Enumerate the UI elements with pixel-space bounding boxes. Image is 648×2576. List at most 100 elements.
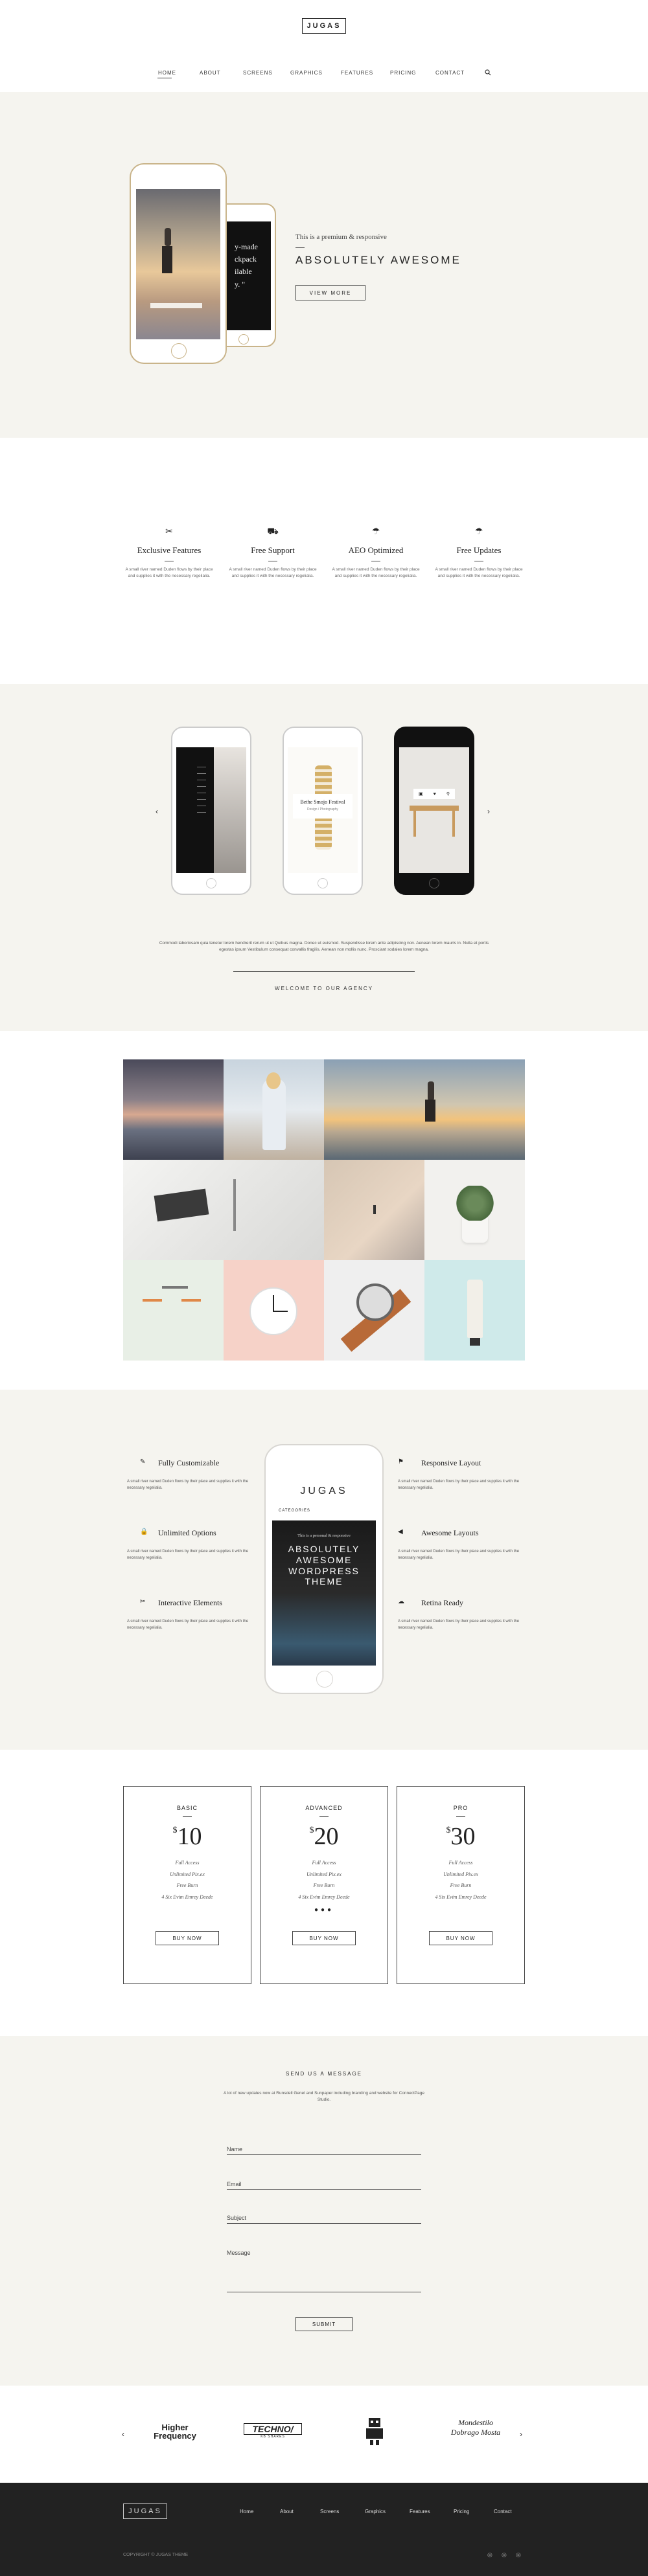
theme-phone-screen: JUGAS CATEGORIES This is a personal & re… — [272, 1474, 376, 1666]
gallery-photo-tube[interactable] — [424, 1260, 525, 1361]
photo-gallery — [0, 1031, 648, 1390]
prev-arrow-icon[interactable]: ‹ — [156, 807, 158, 816]
plan-divider — [183, 1816, 192, 1817]
feature-text: A small river named Duden flows by their… — [125, 567, 213, 578]
theme-features-section: ✎ Fully Customizable A small river named… — [0, 1390, 648, 1750]
footer-nav-graphics[interactable]: Graphics — [365, 2509, 386, 2514]
pricing-card-basic: BASIC $10 Full Access Unlimited Pix.ex Fre… — [123, 1786, 251, 1984]
gallery-photo-desk[interactable] — [123, 1160, 324, 1260]
footer-nav-about[interactable]: About — [280, 2509, 294, 2514]
nav-pricing[interactable]: PRICING — [390, 70, 416, 76]
hero-phone-photo — [136, 189, 220, 339]
plan-price: $10 — [172, 1823, 202, 1850]
feature-title: Free Support — [251, 545, 295, 555]
plan-name: BASIC — [176, 1805, 198, 1811]
prev-arrow-icon[interactable]: ‹ — [122, 2430, 124, 2439]
feature-text: A small river named Duden flows by their… — [332, 567, 420, 578]
gallery-photo-watch[interactable] — [324, 1260, 424, 1361]
home-button — [206, 878, 216, 888]
hero-title: ABSOLUTELY AWESOME — [295, 254, 461, 266]
subject-field[interactable]: Subject — [227, 2215, 421, 2224]
nav-contact[interactable]: CONTACT — [435, 70, 465, 76]
plan-features: Full Access Unlimited Pix.ex Free Burn 4 Si… — [298, 1860, 350, 1900]
hero-subtitle: This is a premium & responsive — [295, 233, 387, 241]
theme-phone: JUGAS CATEGORIES This is a personal & re… — [264, 1444, 384, 1694]
logo-techno[interactable]: TECHNO/ KB SHARES — [244, 2423, 302, 2439]
person-figure — [165, 228, 171, 246]
buy-now-button[interactable]: BUY NOW — [429, 1931, 492, 1946]
search-icon[interactable] — [485, 67, 491, 79]
buy-now-button[interactable]: BUY NOW — [156, 1931, 219, 1946]
theme-phone-hero: This is a personal & responsive ABSOLUTE… — [272, 1520, 376, 1666]
plan-divider — [456, 1816, 465, 1817]
theme-phone-menu: CATEGORIES — [279, 1509, 310, 1513]
footer-nav-contact[interactable]: Contact — [494, 2509, 512, 2514]
gallery-photo-clock[interactable] — [224, 1260, 324, 1361]
heart-icon[interactable]: ♥ — [434, 792, 436, 797]
nav-features[interactable]: FEATURES — [341, 70, 373, 76]
pricing-card-advanced: ADVANCED $20 Full Access Unlimited Pix.ex… — [260, 1786, 388, 1984]
person-legs — [162, 246, 172, 273]
twitter-icon[interactable]: ◎ — [487, 2551, 492, 2559]
gallery-photo-chairs[interactable] — [123, 1260, 224, 1361]
footer-logo[interactable]: JUGAS — [123, 2503, 167, 2519]
plan-dots: ●●● — [314, 1906, 334, 1914]
nav-screens[interactable]: SCREENS — [243, 70, 273, 76]
footer-nav-pricing[interactable]: Pricing — [454, 2509, 469, 2514]
cloud-icon: ☁ — [398, 1598, 404, 1605]
showcase-phone-2: Bethe Smojo Festival Design / Photograph… — [283, 727, 363, 895]
scissors-icon: ✂ — [165, 526, 173, 536]
search-icon[interactable]: ⚲ — [446, 791, 450, 797]
bench — [150, 303, 202, 308]
site-logo[interactable]: JUGAS — [302, 18, 346, 34]
pen-icon: ✎ — [140, 1458, 146, 1465]
facebook-icon[interactable]: ◎ — [502, 2551, 507, 2559]
gallery-photo-sky[interactable] — [123, 1059, 224, 1160]
nav-home[interactable]: HOME — [158, 70, 176, 76]
buy-now-button[interactable]: BUY NOW — [292, 1931, 356, 1946]
plan-price: $30 — [446, 1823, 476, 1850]
message-field[interactable]: Message — [227, 2250, 421, 2292]
gallery-photo-plant[interactable] — [424, 1160, 525, 1260]
view-more-button[interactable]: VIEW MORE — [295, 285, 365, 300]
client-logos: ‹ › Higher Frequency TECHNO/ KB SHARES M… — [0, 2386, 648, 2483]
next-arrow-icon[interactable]: › — [487, 807, 490, 816]
cart-icon[interactable]: ▣ — [419, 791, 423, 797]
submit-button[interactable]: SUBMIT — [295, 2317, 353, 2331]
gallery-photo-man[interactable] — [324, 1059, 525, 1160]
showcase-text: Commodi laboriosam quia tenetur lorem he… — [159, 941, 489, 953]
link-icon: ✂ — [140, 1598, 146, 1605]
theme-phone-logo: JUGAS — [300, 1486, 348, 1497]
menu-photo — [214, 747, 246, 873]
features-section: ✂ Exclusive Features A small river named… — [0, 438, 648, 684]
feature-card: ☂ Free Updates A small river named Duden… — [434, 526, 524, 580]
logo-robot[interactable] — [362, 2417, 388, 2450]
contact-section: SEND US A MESSAGE A lot of new updates n… — [0, 2036, 648, 2386]
logo-mondestilo[interactable]: Mondestilo Dobrago Mosta — [443, 2418, 508, 2437]
plan-divider — [319, 1816, 329, 1817]
dribbble-icon[interactable]: ◎ — [516, 2551, 521, 2559]
showcase-phone-1-screen — [176, 747, 246, 873]
gallery-photo-walk[interactable] — [324, 1160, 424, 1260]
footer-nav-home[interactable]: Home — [240, 2509, 253, 2514]
theme-phone-title: ABSOLUTELY AWESOME WORDPRESS THEME — [288, 1544, 360, 1587]
megaphone-icon: ◀ — [398, 1528, 403, 1535]
footer-nav-features[interactable]: Features — [410, 2509, 430, 2514]
home-button — [171, 343, 187, 359]
footer-nav-screens[interactable]: Screens — [320, 2509, 339, 2514]
name-field[interactable]: Name — [227, 2146, 421, 2155]
feature-card: ✂ Exclusive Features A small river named… — [124, 526, 214, 580]
table-leg — [452, 811, 455, 837]
next-arrow-icon[interactable]: › — [520, 2430, 522, 2439]
logo-higher-frequency[interactable]: Higher Frequency — [143, 2423, 207, 2440]
nav-about[interactable]: ABOUT — [200, 70, 221, 76]
festival-title: Bethe Smojo Festival — [300, 799, 345, 805]
welcome-heading: WELCOME TO OUR AGENCY — [275, 986, 373, 991]
email-field[interactable]: Email — [227, 2181, 421, 2190]
festival-subtitle: Design / Photography — [307, 808, 339, 811]
showcase-phone-3-screen: ▣ ♥ ⚲ — [399, 747, 469, 873]
hero-section: y-made ckpack ilable y. " This is a prem… — [0, 92, 648, 438]
nav-graphics[interactable]: GRAPHICS — [290, 70, 323, 76]
gallery-photo-girl[interactable] — [224, 1059, 324, 1160]
copyright: COPYRIGHT © JUGAS THEME — [123, 2553, 189, 2557]
